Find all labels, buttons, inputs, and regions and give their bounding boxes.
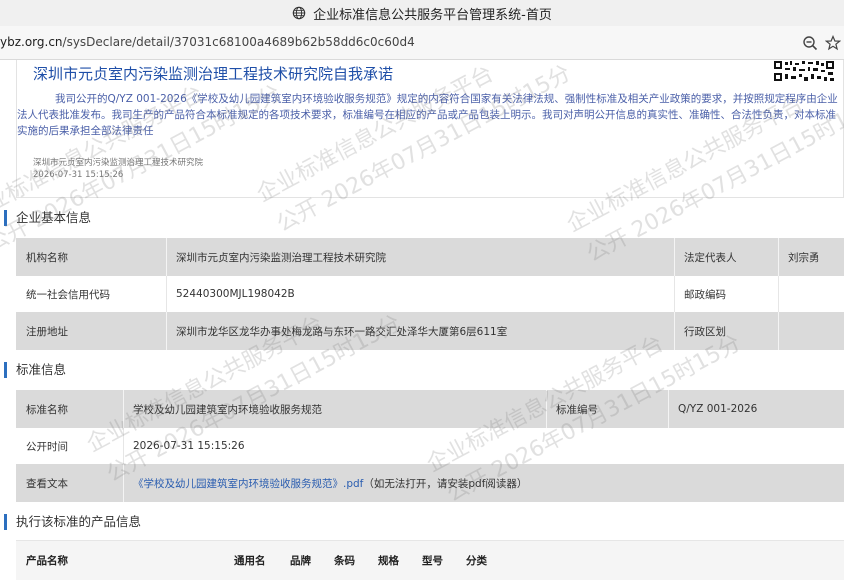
self-promise-card: 深圳市元贞室内污染监测治理工程技术研究院自我承诺 我司公开的Q/YZ 001-2… xyxy=(16,60,844,198)
promise-date: 2026-07-31 15:15:26 xyxy=(33,170,124,180)
standard-name-label: 标准名称 xyxy=(26,403,68,416)
url-field[interactable]: ybz.org.cn/sysDeclare/detail/37031c68100… xyxy=(0,35,415,49)
url-host: ybz.org.cn xyxy=(0,35,63,49)
promise-org: 深圳市元贞室内污染监测治理工程技术研究院 xyxy=(33,158,204,168)
promise-body: 我司公开的Q/YZ 001-2026《学校及幼儿园建筑室内环境验收服务规范》规定… xyxy=(17,93,838,137)
district-label: 行政区划 xyxy=(684,325,726,338)
address-bar[interactable]: ybz.org.cn/sysDeclare/detail/37031c68100… xyxy=(0,26,844,60)
col-brand: 品牌 xyxy=(290,555,311,567)
publish-time-label: 公开时间 xyxy=(26,440,68,453)
postal-code-value xyxy=(778,276,844,312)
standard-section-heading: 标准信息 xyxy=(4,362,66,378)
col-common-name: 通用名 xyxy=(234,555,266,567)
enterprise-row-credit: 统一社会信用代码 52440300MJL198042B 邮政编码 xyxy=(16,276,844,312)
pdf-hint: （如无法打开，请安装pdf阅读器） xyxy=(363,477,528,490)
enterprise-row-address: 注册地址 深圳市龙华区龙华办事处梅龙路与东环一路交汇处泽华大厦第6层611室 行… xyxy=(16,312,844,350)
globe-icon xyxy=(292,6,306,20)
legal-rep-value: 刘宗勇 xyxy=(788,251,820,264)
qr-code-icon xyxy=(773,60,835,82)
standard-pdf-link[interactable]: 《学校及幼儿园建筑室内环境验收服务规范》.pdf xyxy=(133,476,363,491)
window-title-bar: 企业标准信息公共服务平台管理系统-首页 xyxy=(0,0,844,26)
standard-row-name: 标准名称 学校及幼儿园建筑室内环境验收服务规范 标准编号 Q/YZ 001-20… xyxy=(16,390,844,428)
district-value xyxy=(778,312,844,350)
address-label: 注册地址 xyxy=(26,325,68,338)
col-model: 型号 xyxy=(422,555,443,567)
standard-number-value: Q/YZ 001-2026 xyxy=(678,403,758,415)
credit-code-value: 52440300MJL198042B xyxy=(176,288,295,300)
view-text-label: 查看文本 xyxy=(26,477,68,490)
bookmark-star-icon[interactable] xyxy=(825,35,841,51)
standard-row-view: 查看文本 《学校及幼儿园建筑室内环境验收服务规范》.pdf （如无法打开，请安装p… xyxy=(16,464,844,502)
col-category: 分类 xyxy=(466,555,487,567)
org-name-value: 深圳市元贞室内污染监测治理工程技术研究院 xyxy=(176,251,386,264)
standard-row-publish: 公开时间 2026-07-31 15:15:26 xyxy=(16,428,844,464)
publish-time-value: 2026-07-31 15:15:26 xyxy=(133,440,245,452)
promise-text: 我司公开的Q/YZ 001-2026《学校及幼儿园建筑室内环境验收服务规范》规定… xyxy=(17,91,843,139)
url-path: /sysDeclare/detail/37031c68100a4689b62b5… xyxy=(62,35,415,49)
col-product-name: 产品名称 xyxy=(26,555,68,567)
products-table-header: 产品名称 通用名 品牌 条码 规格 型号 分类 xyxy=(16,540,844,580)
window-title: 企业标准信息公共服务平台管理系统-首页 xyxy=(313,7,552,23)
view-text-value: 《学校及幼儿园建筑室内环境验收服务规范》.pdf （如无法打开，请安装pdf阅读器… xyxy=(123,464,844,502)
col-spec: 规格 xyxy=(378,555,399,567)
standard-name-value: 学校及幼儿园建筑室内环境验收服务规范 xyxy=(133,403,322,416)
credit-code-label: 统一社会信用代码 xyxy=(26,288,110,301)
products-section-heading: 执行该标准的产品信息 xyxy=(4,514,141,530)
address-value: 深圳市龙华区龙华办事处梅龙路与东环一路交汇处泽华大厦第6层611室 xyxy=(176,325,508,338)
col-barcode: 条码 xyxy=(334,555,355,567)
postal-code-label: 邮政编码 xyxy=(684,288,726,301)
page-content: 深圳市元贞室内污染监测治理工程技术研究院自我承诺 我司公开的Q/YZ 001-2… xyxy=(0,60,844,580)
standard-number-label: 标准编号 xyxy=(556,403,598,416)
enterprise-section-heading: 企业基本信息 xyxy=(4,210,91,226)
legal-rep-label: 法定代表人 xyxy=(684,251,737,264)
zoom-icon[interactable] xyxy=(802,35,818,51)
org-name-label: 机构名称 xyxy=(26,251,68,264)
enterprise-row-org: 机构名称 深圳市元贞室内污染监测治理工程技术研究院 法定代表人 刘宗勇 xyxy=(16,238,844,276)
promise-title: 深圳市元贞室内污染监测治理工程技术研究院自我承诺 xyxy=(33,65,394,83)
